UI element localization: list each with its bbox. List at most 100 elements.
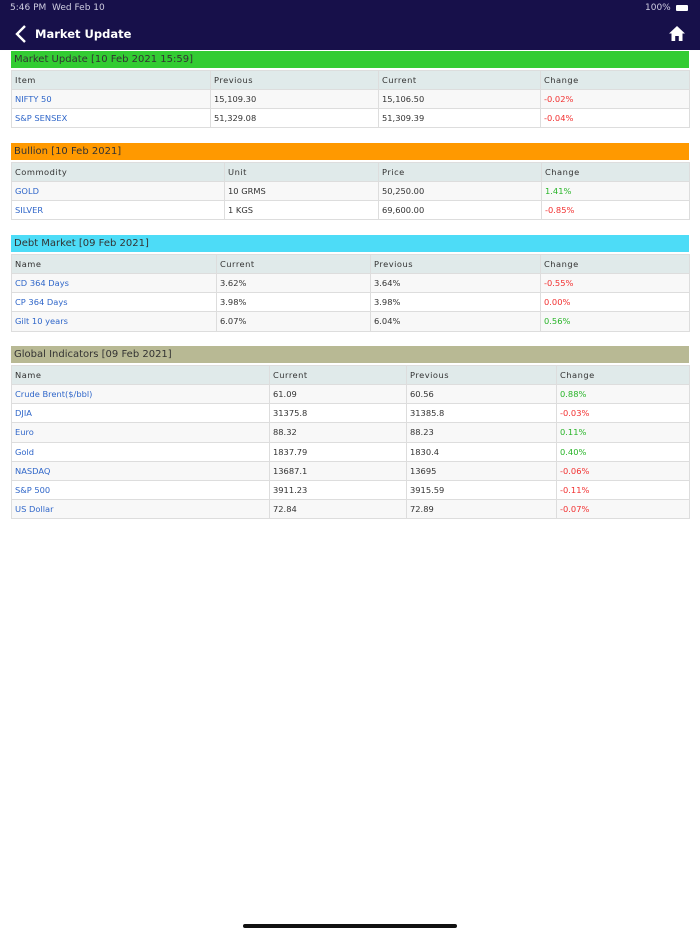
column-header: Current	[216, 254, 371, 274]
value-cell: 10 GRMS	[224, 180, 379, 202]
change-cell: -0.02%	[540, 88, 690, 110]
value-cell: 31385.8	[406, 403, 557, 424]
change-cell: -0.11%	[556, 479, 690, 501]
section-3: Global Indicators [09 Feb 2021] Name Curre…	[11, 346, 690, 520]
value-cell: 88.32	[269, 422, 407, 443]
section-2: Debt Market [09 Feb 2021] Name Current Prev…	[11, 235, 690, 332]
change-cell: 0.00%	[540, 292, 690, 313]
column-header: Name	[11, 254, 217, 274]
value-cell: 3.98%	[216, 292, 371, 313]
page-title: Market Update	[35, 27, 132, 41]
table-row: US Dollar 72.84 72.89 -0.07%	[11, 499, 690, 520]
home-indicator	[243, 924, 457, 928]
item-link[interactable]: CP 364 Days	[11, 292, 217, 313]
column-header: Previous	[370, 254, 541, 274]
value-cell: 3915.59	[406, 479, 557, 501]
column-header: Change	[556, 365, 690, 385]
value-cell: 60.56	[406, 383, 557, 405]
value-cell: 3.62%	[216, 272, 371, 294]
value-cell: 72.84	[269, 499, 407, 520]
section-0: Market Update [10 Feb 2021 15:59] Item Pre…	[11, 51, 690, 129]
value-cell: 88.23	[406, 422, 557, 443]
nav-bar: 5:46 PM Wed Feb 10 100% Market Update	[0, 0, 700, 50]
item-link[interactable]: CD 364 Days	[11, 272, 217, 294]
battery-level: 100%	[645, 3, 671, 13]
value-cell: 1 KGS	[224, 200, 379, 221]
item-link[interactable]: Crude Brent($/bbl)	[11, 383, 270, 405]
value-cell: 51,309.39	[378, 108, 541, 129]
change-cell: 1.41%	[541, 180, 690, 202]
value-cell: 1830.4	[406, 441, 557, 462]
column-header: Name	[11, 365, 270, 385]
change-cell: -0.85%	[541, 200, 690, 221]
data-table: Commodity Unit Price Change GOLD 10 GRMS 50,25…	[11, 162, 690, 221]
table-row: DJIA 31375.8 31385.8 -0.03%	[11, 403, 690, 424]
value-cell: 15,106.50	[378, 88, 541, 110]
change-cell: 0.56%	[540, 311, 690, 332]
table-row: Euro 88.32 88.23 0.11%	[11, 422, 690, 443]
column-header: Change	[540, 70, 690, 90]
value-cell: 51,329.08	[210, 108, 379, 129]
value-cell: 13687.1	[269, 460, 407, 481]
value-cell: 1837.79	[269, 441, 407, 462]
table-row: Gold 1837.79 1830.4 0.40%	[11, 441, 690, 462]
table-row: S&P SENSEX 51,329.08 51,309.39 -0.04%	[11, 108, 690, 129]
item-link[interactable]: Euro	[11, 422, 270, 443]
change-cell: -0.55%	[540, 272, 690, 294]
change-cell: -0.06%	[556, 460, 690, 481]
column-header: Commodity	[11, 162, 225, 182]
item-link[interactable]: NIFTY 50	[11, 88, 211, 110]
status-time: 5:46 PM	[10, 3, 47, 13]
column-header: Change	[540, 254, 690, 274]
item-link[interactable]: SILVER	[11, 200, 225, 221]
value-cell: 3911.23	[269, 479, 407, 501]
value-cell: 6.04%	[370, 311, 541, 332]
item-link[interactable]: Gilt 10 years	[11, 311, 217, 332]
item-link[interactable]: NASDAQ	[11, 460, 270, 481]
change-cell: 0.11%	[556, 422, 690, 443]
column-header: Price	[378, 162, 542, 182]
data-table: Name Current Previous Change CD 364 Days 3.62…	[11, 254, 690, 332]
item-link[interactable]: GOLD	[11, 180, 225, 202]
section-1: Bullion [10 Feb 2021] Commodity Unit Price C…	[11, 143, 690, 221]
status-date: Wed Feb 10	[52, 3, 105, 13]
value-cell: 15,109.30	[210, 88, 379, 110]
value-cell: 3.98%	[370, 292, 541, 313]
table-row: NIFTY 50 15,109.30 15,106.50 -0.02%	[11, 88, 690, 110]
value-cell: 61.09	[269, 383, 407, 405]
item-link[interactable]: S&P SENSEX	[11, 108, 211, 129]
section-title: Market Update [10 Feb 2021 15:59]	[11, 51, 689, 68]
data-table: Item Previous Current Change NIFTY 50 15,109.…	[11, 70, 690, 129]
table-row: Crude Brent($/bbl) 61.09 60.56 0.88%	[11, 383, 690, 405]
section-title: Global Indicators [09 Feb 2021]	[11, 346, 689, 363]
column-header: Current	[378, 70, 541, 90]
change-cell: 0.40%	[556, 441, 690, 462]
column-header: Change	[541, 162, 690, 182]
table-row: NASDAQ 13687.1 13695 -0.06%	[11, 460, 690, 481]
change-cell: -0.03%	[556, 403, 690, 424]
change-cell: 0.88%	[556, 383, 690, 405]
column-header: Current	[269, 365, 407, 385]
table-row: GOLD 10 GRMS 50,250.00 1.41%	[11, 180, 690, 202]
change-cell: -0.04%	[540, 108, 690, 129]
section-title: Debt Market [09 Feb 2021]	[11, 235, 689, 252]
value-cell: 13695	[406, 460, 557, 481]
data-table: Name Current Previous Change Crude Brent($/b…	[11, 365, 690, 520]
table-row: Gilt 10 years 6.07% 6.04% 0.56%	[11, 311, 690, 332]
table-row: CD 364 Days 3.62% 3.64% -0.55%	[11, 272, 690, 294]
column-header: Item	[11, 70, 211, 90]
value-cell: 69,600.00	[378, 200, 542, 221]
column-header: Previous	[210, 70, 379, 90]
item-link[interactable]: DJIA	[11, 403, 270, 424]
item-link[interactable]: Gold	[11, 441, 270, 462]
value-cell: 31375.8	[269, 403, 407, 424]
item-link[interactable]: S&P 500	[11, 479, 270, 501]
home-icon[interactable]	[669, 26, 685, 41]
value-cell: 3.64%	[370, 272, 541, 294]
item-link[interactable]: US Dollar	[11, 499, 270, 520]
chevron-left-icon[interactable]	[12, 24, 32, 44]
value-cell: 72.89	[406, 499, 557, 520]
column-header: Previous	[406, 365, 557, 385]
change-cell: -0.07%	[556, 499, 690, 520]
table-row: S&P 500 3911.23 3915.59 -0.11%	[11, 479, 690, 501]
